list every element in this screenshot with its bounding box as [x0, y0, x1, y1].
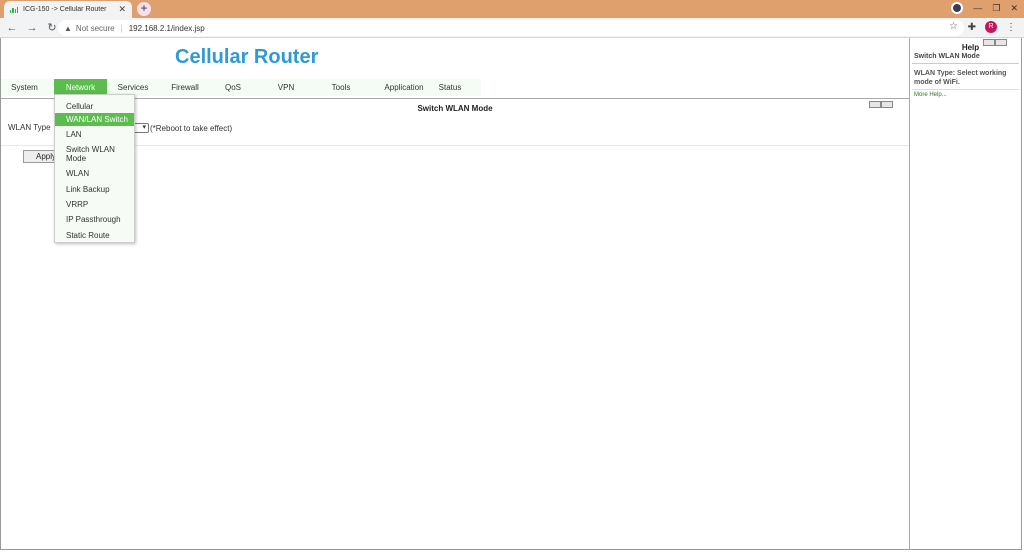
submenu-link-backup[interactable]: Link Backup	[55, 185, 134, 194]
menu-qos[interactable]: QoS	[215, 79, 251, 96]
submenu-wlan[interactable]: WLAN	[55, 169, 134, 178]
toolbar-actions: ✚ R ⋮	[968, 21, 1016, 33]
security-label: Not secure	[75, 23, 115, 33]
address-bar[interactable]: ▲ Not secure | 192.168.2.1/index.jsp ☆	[58, 20, 964, 36]
restore-icon[interactable]: ❐	[992, 3, 1000, 14]
bookmark-star-icon[interactable]: ☆	[949, 21, 958, 32]
more-menu-icon[interactable]: ⋮	[1006, 22, 1016, 33]
section-title: Switch WLAN Mode	[417, 104, 493, 113]
back-icon[interactable]: ←	[4, 20, 20, 36]
help-title: Help	[961, 43, 980, 52]
help-divider	[912, 63, 1019, 64]
browser-tab[interactable]: ICG-150 -> Cellular Router ✕	[4, 1, 132, 18]
extensions-puzzle-icon[interactable]: ✚	[968, 22, 976, 33]
main-frame: Cellular Router System Network Services …	[0, 38, 910, 550]
forward-icon[interactable]: →	[24, 20, 40, 36]
menu-application[interactable]: Application	[379, 79, 429, 96]
network-submenu: Cellular WAN/LAN Switch LAN Switch WLAN …	[54, 94, 135, 243]
router-favicon-icon	[10, 6, 18, 13]
form-divider	[1, 145, 909, 146]
header-divider	[1, 98, 909, 99]
omnibox-divider: |	[120, 23, 123, 33]
submenu-static-route[interactable]: Static Route	[55, 231, 134, 240]
menu-tools[interactable]: Tools	[323, 79, 359, 96]
submenu-switch-wlan-mode[interactable]: Switch WLAN Mode	[55, 145, 125, 163]
menu-system[interactable]: System	[1, 79, 48, 96]
tab-title: ICG-150 -> Cellular Router	[23, 6, 107, 13]
panel-maximize-button[interactable]	[881, 101, 893, 108]
brand-title: Cellular Router	[175, 46, 319, 68]
minimize-icon[interactable]: —	[973, 3, 982, 13]
profile-avatar[interactable]: R	[985, 21, 997, 33]
chevron-down-icon: ▾	[142, 124, 146, 131]
browser-toolbar: ← → ↻ ▲ Not secure | 192.168.2.1/index.j…	[0, 18, 1024, 38]
warning-icon[interactable]: ▲	[64, 24, 72, 33]
menu-firewall[interactable]: Firewall	[162, 79, 208, 96]
router-page: Cellular Router System Network Services …	[0, 38, 1024, 555]
more-help-link[interactable]: More Help...	[914, 92, 947, 98]
submenu-ip-passthrough[interactable]: IP Passthrough	[55, 215, 134, 224]
window-controls: — ❐ ✕	[951, 2, 1018, 14]
close-window-icon[interactable]: ✕	[1010, 3, 1018, 14]
submenu-wan-lan-switch[interactable]: WAN/LAN Switch	[55, 113, 134, 126]
menu-status[interactable]: Status	[433, 79, 467, 96]
new-tab-button[interactable]: +	[137, 2, 151, 16]
help-divider-2	[912, 89, 1019, 90]
menu-vpn[interactable]: VPN	[268, 79, 304, 96]
panel-controls	[869, 101, 893, 108]
url-text[interactable]: 192.168.2.1/index.jsp	[129, 24, 205, 33]
tab-close-icon[interactable]: ✕	[118, 4, 126, 15]
submenu-cellular[interactable]: Cellular	[55, 102, 134, 111]
reboot-note: (*Reboot to take effect)	[150, 124, 233, 133]
submenu-vrrp[interactable]: VRRP	[55, 200, 134, 209]
help-description: WLAN Type: Select working mode of WiFi.	[914, 70, 1007, 86]
help-subtitle: Switch WLAN Mode	[914, 53, 980, 60]
wlan-type-label: WLAN Type	[8, 123, 51, 132]
browser-tabstrip: ICG-150 -> Cellular Router ✕ + — ❐ ✕	[0, 0, 1024, 18]
browser-extension-icon[interactable]	[951, 2, 964, 14]
help-panel: Help Switch WLAN Mode WLAN Type: Select …	[909, 38, 1022, 550]
panel-minimize-button[interactable]	[869, 101, 881, 108]
submenu-lan[interactable]: LAN	[55, 130, 134, 139]
